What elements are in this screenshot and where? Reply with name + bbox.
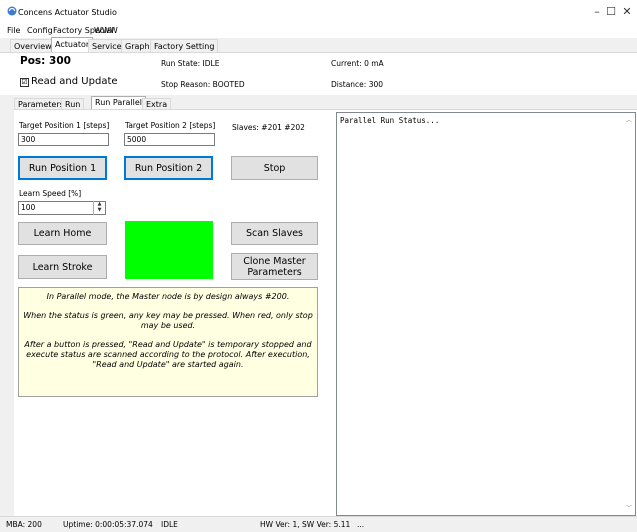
- distance-display: Distance: 300: [331, 80, 384, 89]
- run-state: Run State: IDLE: [161, 59, 220, 68]
- tab-overview[interactable]: Overview: [10, 39, 56, 52]
- target2-input[interactable]: 5000: [124, 133, 215, 146]
- parallel-status-log[interactable]: ︿ ﹀: [336, 112, 636, 516]
- menu-config[interactable]: Config: [27, 26, 53, 35]
- read-update-checkbox[interactable]: ☑: [20, 78, 29, 87]
- scroll-down-icon[interactable]: ﹀: [624, 503, 634, 513]
- status-extra: ...: [357, 520, 365, 529]
- position-display: Pos: 300: [20, 55, 71, 67]
- tab-actuator[interactable]: Actuator: [51, 37, 94, 52]
- scroll-up-icon[interactable]: ︿: [624, 115, 634, 125]
- target1-label: Target Position 1 [steps]: [19, 121, 110, 130]
- current-display: Current: 0 mA: [331, 59, 384, 68]
- tab-factory-setting[interactable]: Factory Setting: [150, 39, 219, 52]
- learn-home-button[interactable]: Learn Home: [18, 222, 107, 245]
- slaves-display: Slaves: #201 #202: [232, 123, 305, 132]
- target1-input[interactable]: 300: [18, 133, 109, 146]
- info-paragraph-2: When the status is green, any key may be…: [23, 311, 313, 330]
- status-state: IDLE: [161, 520, 178, 529]
- read-update-label: Read and Update: [31, 76, 118, 87]
- tab-graph[interactable]: Graph: [121, 39, 154, 52]
- status-version: HW Ver: 1, SW Ver: 5.11: [260, 520, 351, 529]
- app-logo-icon: [7, 6, 17, 16]
- clone-master-parameters-button[interactable]: Clone Master Parameters: [231, 253, 318, 280]
- scan-slaves-button[interactable]: Scan Slaves: [231, 222, 318, 245]
- header-panel: [0, 52, 637, 95]
- close-button[interactable]: ✕: [617, 4, 637, 20]
- learn-speed-label: Learn Speed [%]: [19, 189, 82, 198]
- status-mba: MBA: 200: [6, 520, 42, 529]
- run-position-1-button[interactable]: Run Position 1: [18, 156, 107, 180]
- tab-service[interactable]: Service: [88, 39, 126, 52]
- stop-button[interactable]: Stop: [231, 156, 318, 180]
- menu-file[interactable]: File: [7, 26, 20, 35]
- info-paragraph-1: In Parallel mode, the Master node is by …: [46, 292, 290, 301]
- info-box: In Parallel mode, the Master node is by …: [18, 287, 318, 397]
- learn-stroke-button[interactable]: Learn Stroke: [18, 255, 107, 279]
- spin-arrows-icon[interactable]: ▲ ▼: [93, 201, 105, 215]
- info-paragraph-3: After a button is pressed, "Read and Upd…: [24, 340, 312, 369]
- tab-run-parallel[interactable]: Run Parallel: [91, 96, 147, 110]
- run-position-2-button[interactable]: Run Position 2: [124, 156, 213, 180]
- window-title: Concens Actuator Studio: [18, 8, 117, 17]
- status-indicator: [125, 221, 213, 279]
- log-text: Parallel Run Status...: [340, 116, 440, 125]
- status-uptime: Uptime: 0:00:05:37.074: [63, 520, 153, 529]
- target2-label: Target Position 2 [steps]: [125, 121, 216, 130]
- menu-www[interactable]: WWW: [94, 26, 118, 35]
- stop-reason: Stop Reason: BOOTED: [161, 80, 245, 89]
